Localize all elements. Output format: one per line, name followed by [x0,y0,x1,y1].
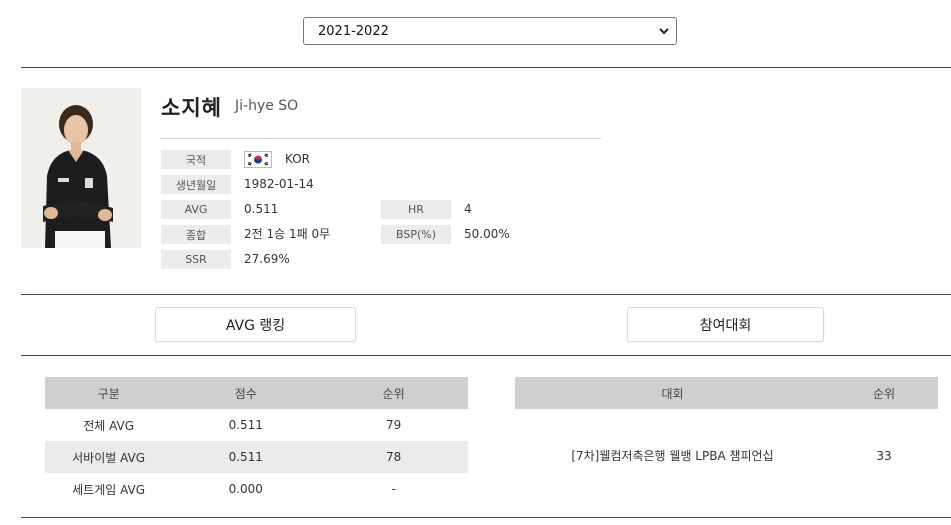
season-select-value: 2021-2022 [318,23,389,39]
tab-tournaments[interactable]: 참여대회 [627,307,824,342]
row-category: 세트게임 AVG [72,482,146,497]
south-korea-flag-icon [244,151,272,168]
row-rank: - [391,482,396,496]
row-category: 서바이벌 AVG [45,441,173,473]
row-score: 0.511 [172,441,320,473]
chevron-down-icon [659,28,669,35]
column-header-rank: 순위 [319,377,468,409]
nationality-value: KOR [285,152,310,166]
divider-tabs [21,355,951,356]
table-row: 전체 AVG 0.511 79 [45,409,468,441]
name-divider [161,138,601,139]
ssr-label: SSR [161,250,231,269]
tournament-table: 대회 순위 [7차]웰컴저축은행 웰뱅 LPBA 챔피언십 33 [515,377,938,502]
divider-bottom [21,517,951,518]
avg-value: 0.511 [244,202,279,216]
player-name-korean: 소지혜 [161,96,222,120]
tab-avg-ranking[interactable]: AVG 랭킹 [155,307,356,342]
divider-profile [21,294,951,295]
tournament-name[interactable]: [7차]웰컴저축은행 웰뱅 LPBA 챔피언십 [515,409,830,502]
ssr-value: 27.69% [244,252,290,266]
hr-value: 4 [464,202,472,216]
table-row[interactable]: [7차]웰컴저축은행 웰뱅 LPBA 챔피언십 33 [515,409,938,502]
record-label: 종합 [161,225,231,244]
row-score: 0.000 [228,482,263,496]
avg-label: AVG [161,200,231,219]
table-row: 서바이벌 AVG 0.511 78 [45,441,468,473]
season-select[interactable]: 2021-2022 [303,17,677,45]
player-photo [21,88,141,248]
divider-top [21,67,951,68]
bsp-label: BSP(%) [381,225,451,244]
avg-ranking-table: 구분 점수 순위 전체 AVG 0.511 79 서바이벌 AVG 0.511 … [45,377,468,505]
row-score: 0.511 [228,418,263,432]
column-header-category: 구분 [45,377,173,409]
row-rank: 79 [386,418,402,432]
table-header-row: 대회 순위 [515,377,938,409]
birthdate-value: 1982-01-14 [244,177,314,191]
table-row: 세트게임 AVG 0.000 - [45,473,468,505]
row-rank: 78 [319,441,468,473]
column-header-tournament: 대회 [515,377,830,409]
column-header-score: 점수 [172,377,320,409]
table-header-row: 구분 점수 순위 [45,377,468,409]
column-header-rank: 순위 [829,377,938,409]
hr-label: HR [381,200,451,219]
player-name-english: Ji-hye SO [235,98,299,114]
bsp-value: 50.00% [464,227,510,241]
tournament-rank: 33 [876,448,892,463]
nationality-label: 국적 [161,150,231,169]
record-value: 2전 1승 1패 0무 [244,227,331,241]
birthdate-label: 생년월일 [161,175,231,194]
row-category: 전체 AVG [83,418,135,433]
